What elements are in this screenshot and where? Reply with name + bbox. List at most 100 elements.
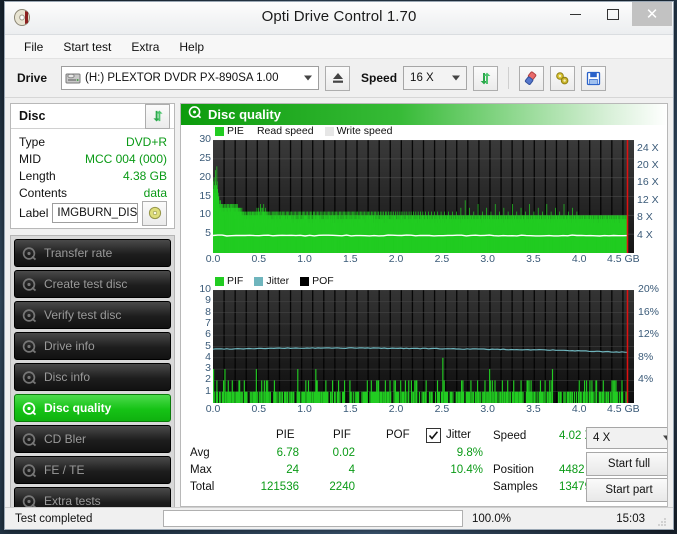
legend-swatch-pie [215, 126, 224, 136]
drive-value: (H:) PLEXTOR DVDR PX-890SA 1.00 [85, 72, 279, 84]
axis-tick-label: 30 [199, 133, 211, 145]
sidebar-item-extra-tests[interactable]: Extra tests [14, 487, 171, 507]
eject-button[interactable] [325, 65, 351, 91]
status-message: Test completed [15, 512, 93, 525]
disc-info-header: Disc [11, 103, 174, 129]
axis-tick-label: 1.5 [343, 253, 358, 265]
menu-item-file[interactable]: File [15, 37, 52, 57]
axis-tick-label: 2 [205, 373, 211, 386]
test-speed-select[interactable]: 4 X [586, 427, 667, 449]
axis-tick-label: 8 X [637, 211, 653, 224]
pie-chart[interactable]: PIE Read speed Write speed 30 25 20 15 10 5 2… [181, 125, 667, 275]
axis-tick-label: 12 X [637, 193, 659, 206]
jitter-checkbox[interactable] [426, 428, 441, 443]
disc-label-button[interactable] [142, 200, 167, 226]
sidebar-item-disc-quality[interactable]: Disc quality [14, 394, 171, 422]
axis-tick-label: 25 [199, 151, 211, 164]
axis-tick-label: 1.0 [297, 253, 312, 265]
progress-percent: 100.0% [472, 512, 512, 525]
menu-bar: File Start test Extra Help [5, 35, 673, 59]
tools-button[interactable] [550, 65, 576, 91]
resize-grip[interactable] [657, 514, 667, 526]
sidebar-item-disc-info[interactable]: Disc info [14, 363, 171, 391]
axis-tick-label: 2.5 [434, 403, 450, 415]
axis-tick-label: 10 [199, 208, 211, 221]
disc-refresh-button[interactable] [145, 103, 170, 129]
legend-label-write-speed: Write speed [336, 125, 393, 137]
axis-tick-label: 4% [638, 373, 654, 386]
menu-item-help[interactable]: Help [170, 37, 213, 57]
legend-label-pif: PIF [227, 275, 244, 287]
close-button[interactable]: ✕ [632, 2, 672, 26]
axis-tick-label: 4.0 [571, 253, 587, 265]
legend-label-jitter: Jitter [266, 275, 290, 287]
menu-item-extra[interactable]: Extra [122, 37, 168, 57]
axis-tick-label: 12% [638, 328, 660, 341]
disc-row-length: Length 4.38 GB [19, 167, 167, 184]
disc-info-box: Disc Type DVD+R MID MCC 004 (000) Length… [10, 103, 175, 229]
axis-tick-label: 0.5 [251, 253, 267, 265]
stats-header-pie: PIE [276, 429, 295, 441]
disc-row-contents: Contents data [19, 184, 167, 201]
sidebar-item-drive-info[interactable]: Drive info [14, 332, 171, 360]
sidebar-item-fe-te[interactable]: FE / TE [14, 456, 171, 484]
sidebar-item-transfer-rate[interactable]: Transfer rate [14, 239, 171, 267]
stats-jitter-avg: 9.8% [456, 447, 483, 459]
chevron-down-icon [304, 75, 313, 81]
speed-select[interactable]: 16 X [403, 66, 468, 90]
title-bar: Opti Drive Control 1.70 ✕ [5, 2, 673, 35]
drive-select[interactable]: (H:) PLEXTOR DVDR PX-890SA 1.00 [61, 66, 320, 90]
axis-tick-label: 7 [205, 316, 211, 329]
axis-tick-label: 9 [205, 294, 211, 307]
stats-row-total: Total [190, 481, 215, 493]
minimize-button[interactable] [556, 2, 594, 26]
pif-chart[interactable]: PIF Jitter POF 10 9 8 7 6 5 4 3 2 1 20% 16% 12% 8% 4%… [181, 275, 667, 425]
legend-label-read-speed: Read speed [256, 125, 314, 137]
disc-row-type: Type DVD+R [19, 133, 167, 150]
erase-button[interactable] [519, 65, 545, 91]
axis-tick-label: 8 [205, 305, 211, 318]
stats-row-avg: Avg [190, 447, 210, 459]
start-part-button[interactable]: Start part [586, 478, 667, 502]
maximize-button[interactable] [594, 2, 632, 26]
pie-plot-area[interactable] [213, 140, 634, 253]
sidebar-item-cd-bler[interactable]: CD Bler [14, 425, 171, 453]
panel-title: Disc quality [208, 107, 281, 122]
axis-tick-label: 4 [205, 350, 211, 363]
disc-value: DVD+R [125, 134, 167, 149]
axis-tick-label: 0.5 [251, 403, 267, 415]
refresh-icon [480, 72, 491, 84]
axis-tick-label: 5 [205, 227, 211, 240]
axis-tick-label: 3 [205, 362, 211, 375]
menu-item-start-test[interactable]: Start test [54, 37, 120, 57]
save-button[interactable] [581, 65, 607, 91]
sidebar-item-label: Disc quality [44, 401, 112, 415]
disc-test-icon [22, 370, 37, 385]
main-body: Disc Type DVD+R MID MCC 004 (000) Length… [5, 98, 673, 507]
test-speed-value: 4 X [593, 432, 611, 444]
pif-plot-area[interactable] [213, 290, 634, 403]
disc-quality-icon [188, 105, 202, 124]
axis-tick-label: 20 [199, 170, 211, 183]
sidebar-item-create-test-disc[interactable]: Create test disc [14, 270, 171, 298]
disc-test-icon [22, 432, 37, 447]
stats-pie-max: 24 [286, 464, 299, 476]
right-panel: Disc quality PIE Read speed Write speed … [180, 103, 668, 507]
stats-header-jitter: Jitter [446, 429, 471, 441]
chevron-down-icon [452, 75, 461, 81]
axis-tick-label: 16 X [637, 176, 659, 189]
disc-label-row: Label IMGBURN_DIS [19, 200, 167, 226]
axis-tick-label: 20 X [637, 159, 659, 172]
disc-test-icon [22, 339, 37, 354]
disc-label-input[interactable]: IMGBURN_DIS [52, 203, 139, 223]
drive-label: Drive [17, 71, 48, 85]
sidebar-item-label: Create test disc [44, 277, 128, 291]
axis-tick-label: 2.0 [388, 253, 404, 265]
stats-position-key: Position [493, 464, 534, 476]
axis-tick-label: 6 [205, 328, 211, 341]
disc-test-icon [22, 494, 37, 507]
sidebar-item-verify-test-disc[interactable]: Verify test disc [14, 301, 171, 329]
start-full-button[interactable]: Start full [586, 452, 667, 476]
axis-tick-label: 3.0 [480, 403, 495, 415]
refresh-button[interactable] [473, 65, 499, 91]
